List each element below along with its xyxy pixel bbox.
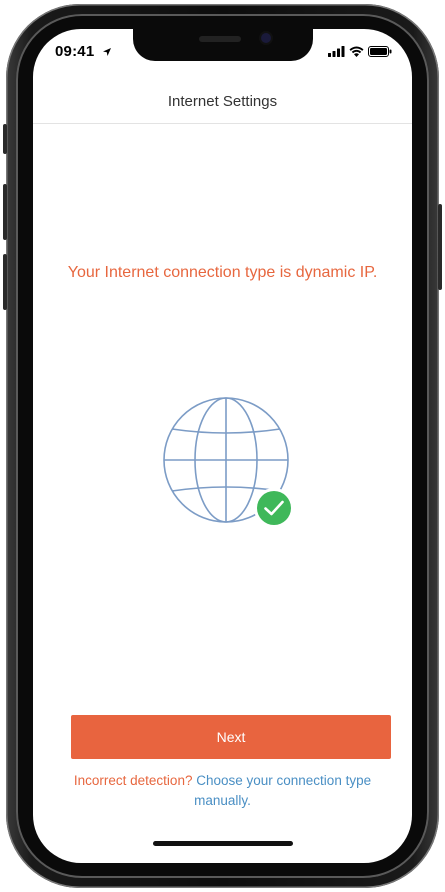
manual-selection-prompt: Incorrect detection? Choose your connect… [53, 771, 392, 811]
status-icons [328, 46, 392, 57]
mute-switch [3, 124, 7, 154]
navigation-bar: Internet Settings [33, 79, 412, 124]
incorrect-detection-text: Incorrect detection? [73, 773, 193, 788]
power-button [438, 204, 442, 290]
speaker-grille [199, 36, 241, 42]
battery-icon [368, 46, 392, 57]
notch [133, 29, 313, 61]
volume-down-button [3, 254, 7, 310]
choose-connection-type-link[interactable]: Choose your connection type manually. [194, 773, 371, 808]
signal-bars-icon [328, 46, 345, 57]
page-title: Internet Settings [167, 92, 278, 110]
success-check-icon [254, 488, 294, 528]
home-indicator[interactable] [153, 841, 293, 846]
status-time-text: 09:41 [55, 43, 95, 60]
next-button[interactable]: Next [71, 715, 391, 759]
phone-screen: 09:41 Internet Settings Your Internet co… [33, 29, 412, 863]
wifi-icon [349, 46, 364, 57]
globe-with-check-icon [163, 397, 294, 528]
location-arrow-icon [102, 48, 111, 57]
volume-up-button [3, 184, 7, 240]
camera-icon [261, 33, 271, 43]
connection-type-headline: Your Internet connection type is dynamic… [67, 264, 378, 281]
canvas: 09:41 Internet Settings Your Internet co… [0, 0, 445, 892]
status-time: 09:41 [55, 43, 112, 60]
